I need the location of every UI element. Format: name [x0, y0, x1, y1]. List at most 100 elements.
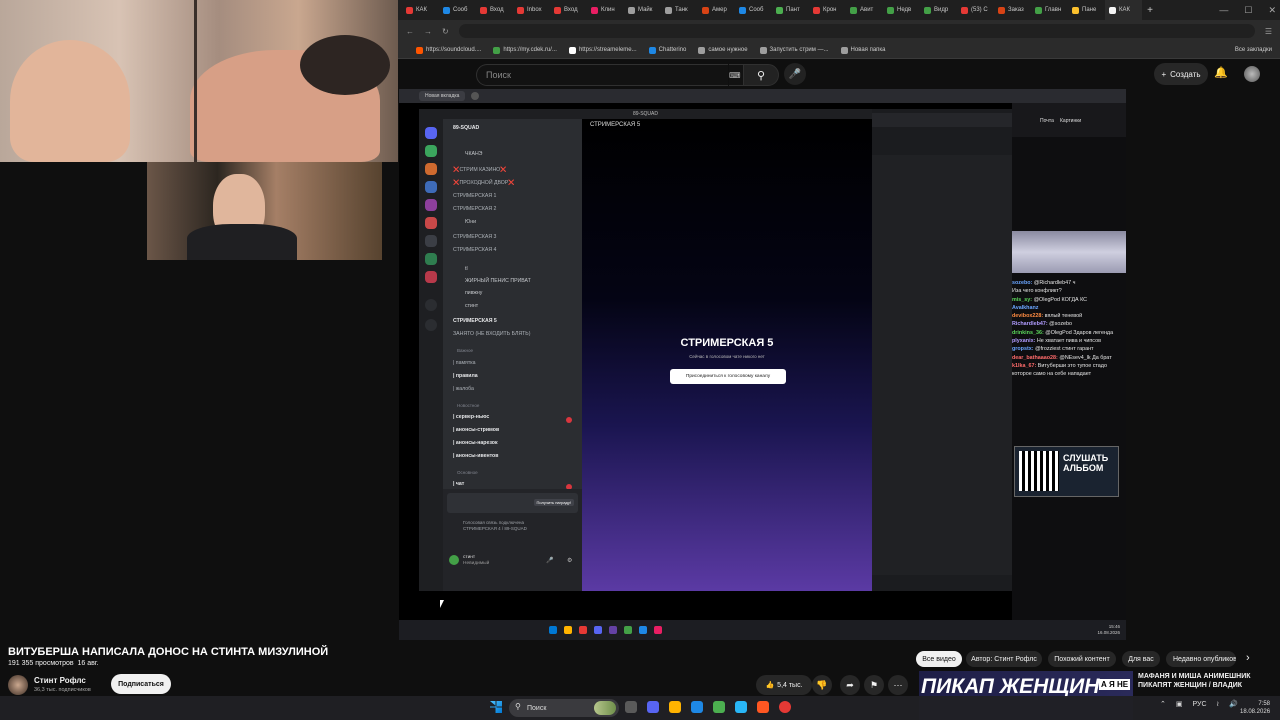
browser-tab[interactable]: КАК	[1105, 0, 1142, 20]
dislike-button[interactable]: 👎	[812, 675, 832, 695]
volume-icon[interactable]: 🔊	[1229, 700, 1238, 708]
obs-icon[interactable]	[757, 701, 769, 713]
channel-item[interactable]: ❌ПРОХОДНОЙ ДВОР❌	[453, 180, 515, 186]
voice-user[interactable]: ЧКАНЭ	[465, 151, 482, 157]
extensions-icon[interactable]: ☰	[1265, 27, 1272, 36]
chat-username[interactable]: plyxanix:	[1012, 338, 1035, 344]
voice-user[interactable]: стинт	[465, 303, 478, 309]
channel-item[interactable]: | анонсы-нарезок	[453, 440, 498, 446]
browser-tab[interactable]: Вход	[550, 0, 587, 20]
notifications-bell-icon[interactable]: 🔔	[1214, 66, 1228, 79]
address-bar[interactable]	[458, 24, 1255, 38]
chip-recent[interactable]: Недавно опубликов	[1166, 651, 1236, 667]
yandex-browser-icon[interactable]	[779, 701, 791, 713]
bookmark-item[interactable]: самое нужное	[698, 46, 748, 54]
voice-user[interactable]: Юни	[465, 219, 476, 225]
browser-tab[interactable]: Клин	[587, 0, 624, 20]
mail-link[interactable]: Почта	[1040, 118, 1054, 124]
chips-next-icon[interactable]: ›	[1246, 652, 1250, 664]
browser-tab[interactable]: Пане	[1068, 0, 1105, 20]
channel-item[interactable]: | сервер-ньюс	[453, 414, 489, 420]
app-icon[interactable]	[713, 701, 725, 713]
server-name[interactable]: 89-SQUAD	[453, 125, 479, 131]
browser-tab[interactable]: Заказ	[994, 0, 1031, 20]
bookmark-item[interactable]: https://streameleme...	[568, 46, 637, 54]
search-button[interactable]: ⚲	[743, 64, 779, 86]
browser-tab[interactable]: Амер	[698, 0, 735, 20]
language-indicator[interactable]: РУС	[1193, 701, 1207, 708]
channel-item[interactable]: | жалоба	[453, 386, 474, 392]
tray-app-icon[interactable]: ▣	[1176, 700, 1183, 708]
bookmark-item[interactable]: Запустить стрим —...	[759, 46, 829, 54]
channel-item[interactable]: СТРИМЕРСКАЯ 3	[453, 234, 496, 240]
mic-button[interactable]: 🎤	[784, 63, 806, 85]
channel-item[interactable]: СТРИМЕРСКАЯ 2	[453, 206, 496, 212]
back-icon[interactable]: ←	[406, 27, 414, 36]
channel-name[interactable]: Стинт Рофлс	[34, 676, 86, 685]
channel-item[interactable]: СТРИМЕРСКАЯ 4	[453, 247, 496, 253]
chat-username[interactable]: drinkins_36:	[1012, 330, 1044, 336]
browser-tab[interactable]: Крон	[809, 0, 846, 20]
browser-tab[interactable]: Пант	[772, 0, 809, 20]
channel-item[interactable]: | чат	[453, 481, 464, 487]
browser-tab[interactable]: Inbox	[513, 0, 550, 20]
promo-button[interactable]: Получить награду!	[533, 499, 574, 506]
voice-user[interactable]: пивжну	[465, 290, 482, 296]
browser-tab[interactable]: Сооб	[735, 0, 772, 20]
maximize-icon[interactable]: ☐	[1244, 5, 1252, 16]
voice-user[interactable]: tl	[465, 266, 468, 272]
settings-gear-icon[interactable]: ⚙	[567, 557, 572, 564]
reload-icon[interactable]: ↻	[442, 27, 449, 36]
channel-category[interactable]: Важное	[457, 348, 473, 353]
chat-username[interactable]: sozebo:	[1012, 280, 1032, 286]
share-button[interactable]: ➦	[840, 675, 860, 695]
chrome-icon[interactable]	[691, 701, 703, 713]
task-view-icon[interactable]	[625, 701, 637, 713]
chip-related[interactable]: Похожий контент	[1048, 651, 1116, 667]
browser-tab[interactable]: Сооб	[439, 0, 476, 20]
wifi-icon[interactable]: ≀	[1217, 700, 1220, 708]
mic-icon[interactable]: 🎤	[546, 557, 553, 564]
images-link[interactable]: Картинки	[1060, 118, 1081, 124]
more-button[interactable]: ⋯	[888, 675, 908, 695]
channel-item[interactable]: ❌СТРИМ КАЗИНО❌	[453, 167, 507, 173]
discord-icon[interactable]	[647, 701, 659, 713]
browser-tab[interactable]: Вход	[476, 0, 513, 20]
browser-tab[interactable]: Видр	[920, 0, 957, 20]
channel-item[interactable]: | анонсы-стримов	[453, 427, 499, 433]
file-explorer-icon[interactable]	[669, 701, 681, 713]
browser-tab[interactable]: Танк	[661, 0, 698, 20]
channel-item[interactable]: ЗАНЯТО (НЕ ВХОДИТЬ БЛЯТЬ)	[453, 331, 530, 337]
telegram-icon[interactable]	[735, 701, 747, 713]
browser-tab[interactable]: Майк	[624, 0, 661, 20]
like-button[interactable]: 👍 5,4 тыс.	[756, 675, 812, 695]
keyboard-icon[interactable]: ⌨	[729, 64, 743, 86]
browser-tab[interactable]: (53) С	[957, 0, 994, 20]
channel-category[interactable]: Новостное	[457, 403, 479, 408]
save-button[interactable]: ⚑	[864, 675, 884, 695]
taskbar-search[interactable]: ⚲ Поиск	[509, 699, 619, 717]
channel-item[interactable]: | правила	[453, 373, 478, 379]
bookmark-item[interactable]: https://my.cdek.ru/...	[493, 46, 557, 54]
chip-all-videos[interactable]: Все видео	[916, 651, 962, 667]
chat-username[interactable]: devibox228:	[1012, 313, 1043, 319]
taskbar-clock[interactable]: 7:58 18.08.2026	[1240, 700, 1270, 716]
recommended-title[interactable]: МАФАНЯ И МИША АНИМЕШНИК ПИКАПЯТ ЖЕНЩИН /…	[1138, 672, 1268, 690]
channel-category[interactable]: Основное	[457, 470, 478, 475]
video-player[interactable]: Новая вкладка 89-SQUAD 89-SQUAD ЧКАНЭ ❌СТ…	[399, 89, 1126, 640]
chat-username[interactable]: mis_sy:	[1012, 297, 1032, 303]
browser-tab[interactable]: Главн	[1031, 0, 1068, 20]
new-tab-button[interactable]: +	[1142, 5, 1158, 16]
subscribe-button[interactable]: Подписаться	[111, 674, 171, 694]
youtube-search-input[interactable]: Поиск	[476, 64, 728, 86]
minimize-icon[interactable]: —	[1219, 5, 1228, 15]
chip-author[interactable]: Автор: Стинт Рофлс	[966, 651, 1042, 667]
chat-username[interactable]: gropstx:	[1012, 346, 1034, 352]
chat-username[interactable]: dear_bathaaao28:	[1012, 355, 1058, 361]
all-bookmarks[interactable]: Все закладки	[1235, 47, 1272, 53]
channel-item[interactable]: СТРИМЕРСКАЯ 1	[453, 193, 496, 199]
channel-item[interactable]: | анонсы-ивентов	[453, 453, 498, 459]
channel-avatar[interactable]	[8, 675, 28, 695]
chat-username[interactable]: Avalkhanz	[1012, 305, 1038, 311]
chat-username[interactable]: k1lka_67:	[1012, 363, 1036, 369]
